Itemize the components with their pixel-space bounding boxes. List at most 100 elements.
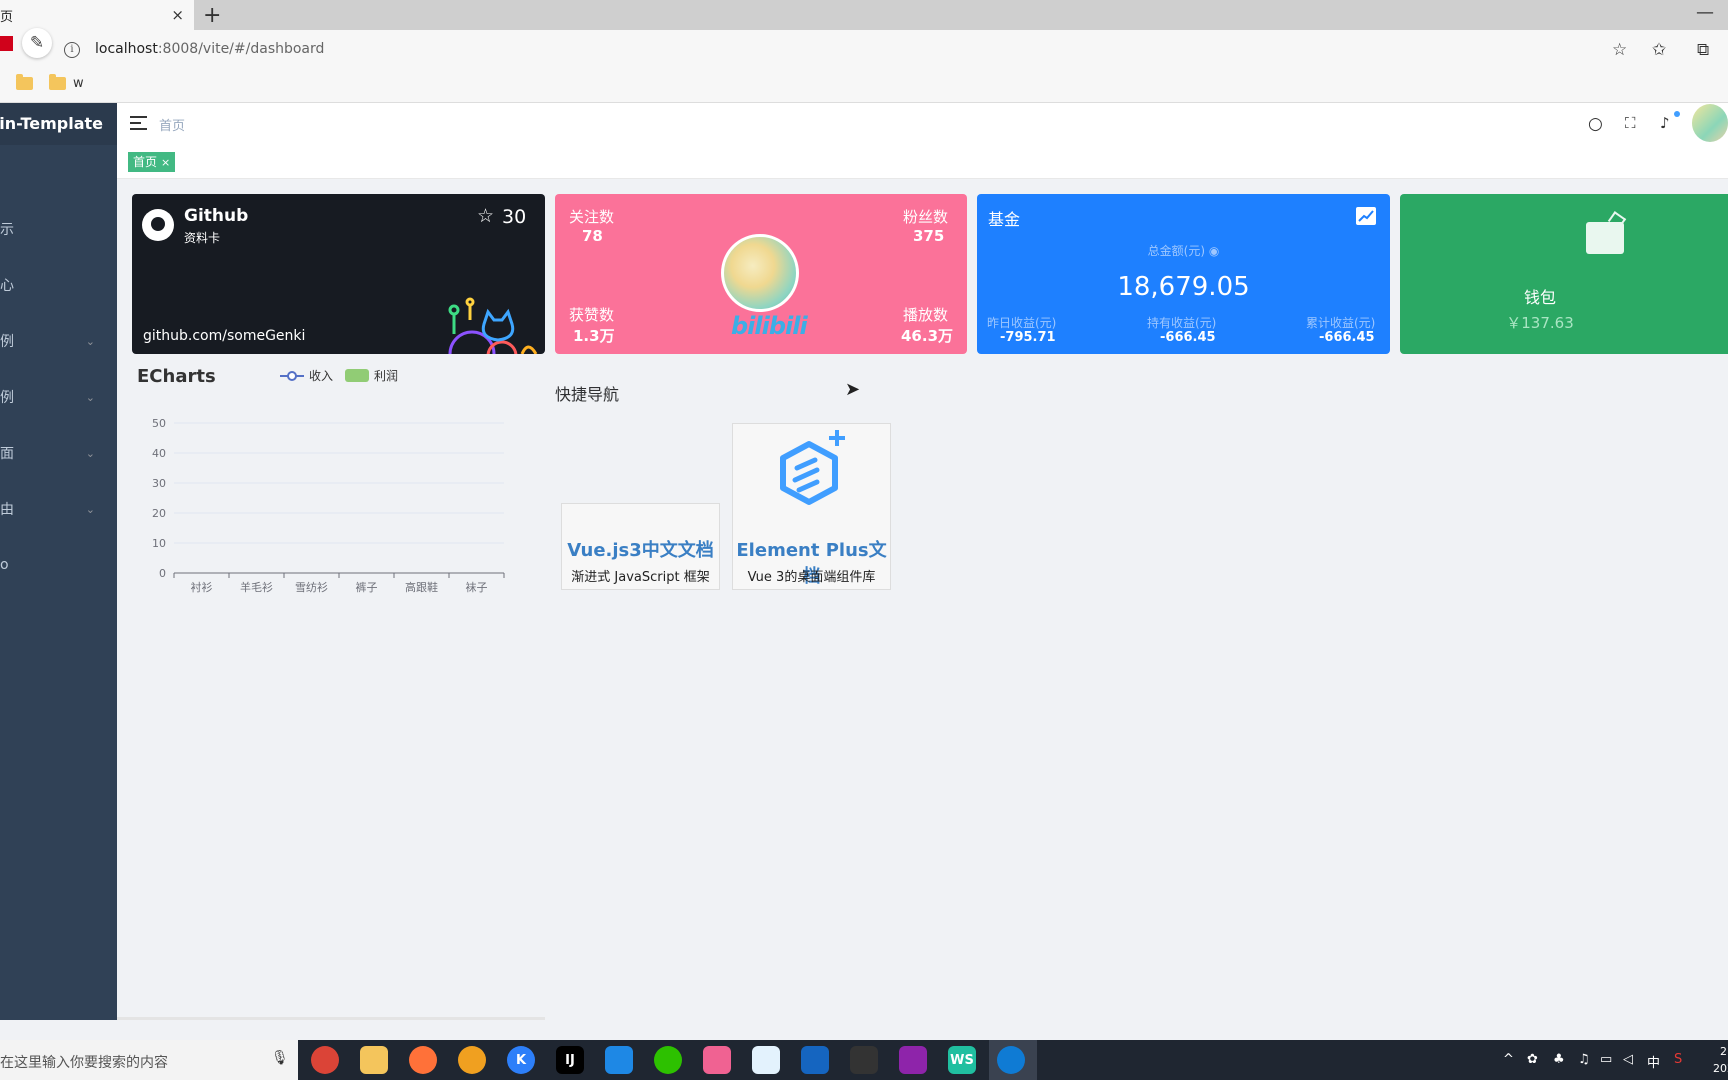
intellij-icon[interactable]: IJ [556,1046,584,1074]
plays-label: 播放数 [903,306,949,324]
window-minimize-button[interactable]: — [1696,2,1714,23]
fund-item-label: 昨日收益(元) [987,316,1057,330]
bell-icon[interactable]: ♪ [1660,114,1670,132]
sidebar-item[interactable]: 例 ⌄ [0,313,117,369]
app-icon[interactable] [703,1046,731,1074]
browser-tab-strip [0,0,1728,30]
tray-app-icon[interactable]: S [1674,1052,1682,1067]
sidebar-item[interactable]: 面 ⌄ [0,425,117,481]
tray-expand-icon[interactable]: ^ [1503,1052,1514,1067]
notification-dot [1674,111,1680,117]
sidebar-item[interactable]: o [0,537,117,593]
github-title: Github [184,206,249,226]
github-link[interactable]: github.com/someGenki [143,328,305,344]
app-icon[interactable] [458,1046,486,1074]
fund-item-value: -666.45 [1160,330,1216,345]
horizontal-scrollbar[interactable] [117,1017,545,1020]
collections-icon[interactable]: ⧉ [1697,40,1709,60]
legend-item-income[interactable]: 收入 [280,367,333,384]
sidebar-item-label: 由 [0,502,14,518]
firefox-icon[interactable] [409,1046,437,1074]
url-field[interactable]: localhost:8008/vite/#/dashboard [95,41,324,57]
avatar[interactable] [1692,104,1728,142]
file-explorer-icon[interactable] [360,1046,388,1074]
site-info-icon[interactable]: i [64,42,80,58]
hamburger-icon[interactable] [130,116,147,130]
taskbar-search-input[interactable]: 在这里输入你要搜索的内容 [0,1052,168,1072]
volume-icon[interactable]: ◁ [1623,1052,1633,1067]
tab-title: 页 [0,9,14,25]
wallet-icon [1586,222,1624,254]
sidebar-item[interactable]: 心 [0,257,117,313]
sidebar-item[interactable]: 由 ⌄ [0,481,117,537]
edge-icon[interactable] [997,1046,1025,1074]
follow-label: 关注数 [569,208,615,226]
browser-tab[interactable]: 页 × [0,0,194,30]
clock-time[interactable]: 2 [1720,1045,1727,1058]
eye-icon[interactable]: ◉ [1209,244,1219,258]
ime-indicator[interactable]: 中 [1647,1052,1660,1071]
fans-value: 375 [913,227,945,245]
folder-icon[interactable] [49,74,66,90]
app-icon[interactable] [752,1046,780,1074]
app-icon[interactable] [801,1046,829,1074]
legend-item-profit[interactable]: 利润 [345,367,398,384]
bookmark-label[interactable]: w [73,76,84,91]
tags-bar [117,145,1728,179]
new-tab-button[interactable]: + [203,3,221,28]
y-tick-label: 40 [152,447,166,460]
webstorm-icon[interactable]: WS [948,1046,976,1074]
notification-icon[interactable]: ♫ [1578,1052,1590,1067]
chrome-icon[interactable] [311,1046,339,1074]
tray-app-icon[interactable]: ♣ [1553,1052,1565,1067]
sidebar-item[interactable]: 例 ⌄ [0,369,117,425]
tray-app-icon[interactable]: ✿ [1527,1052,1538,1067]
tag-home[interactable]: 首页 × [128,152,176,172]
element-plus-logo-icon [780,430,845,505]
quick-nav-element-plus[interactable]: Element Plus文档 Vue 3的桌面端组件库 [732,423,891,590]
fund-total-label: 总金额(元) ◉ [977,242,1390,259]
legend-bar-icon [345,369,369,382]
app-logo: Admin-Template [0,103,117,145]
chevron-down-icon: ⌄ [85,446,95,460]
sidebar-item[interactable]: 示 [0,201,117,257]
folder-icon[interactable] [16,74,33,90]
sidebar-item-label: 例 [0,334,14,350]
pencil-icon[interactable]: ✎ [22,28,52,58]
mouse-cursor-icon: ➤ [845,379,861,400]
wallet-card[interactable]: 钱包 ￥137.63 [1400,194,1728,354]
github-subtitle: 资料卡 [184,231,221,245]
tab-close-icon[interactable]: × [171,6,184,24]
likes-label: 获赞数 [569,306,615,324]
url-path: :8008/vite/#/dashboard [157,41,325,57]
clock-date[interactable]: 202 [1713,1062,1728,1075]
legend-label: 利润 [374,369,399,383]
fund-card[interactable]: 基金 总金额(元) ◉ 18,679.05 昨日收益(元) -795.71 持有… [977,194,1390,354]
bilibili-card[interactable]: 关注数 78 粉丝数 375 bilibili 获赞数 1.3万 播放数 46.… [555,194,967,354]
wechat-icon[interactable] [654,1046,682,1074]
k-app-icon[interactable]: K [507,1046,535,1074]
favorites-icon[interactable]: ✩ [1652,40,1666,60]
sidebar-item-label: 例 [0,390,14,406]
close-icon[interactable]: × [161,156,170,169]
terminal-icon[interactable] [850,1046,878,1074]
echarts-title: ECharts [137,366,216,387]
trend-chart-icon[interactable] [1356,207,1376,225]
quick-nav-vue[interactable]: Vue.js3中文文档 渐进式 JavaScript 框架 [561,503,720,590]
add-favorite-icon[interactable]: ☆ [1612,40,1627,60]
x-tick-label: 雪纺衫 [295,580,328,594]
breadcrumb[interactable]: 首页 [159,115,185,134]
fund-item-label: 累计收益(元) [1306,316,1376,330]
octocat-illustration-icon [448,297,538,354]
fullscreen-icon[interactable]: ⛶ [1625,114,1636,132]
microphone-icon[interactable]: 🎙 [271,1050,289,1066]
network-icon[interactable]: ▭ [1600,1052,1612,1067]
app-icon[interactable] [605,1046,633,1074]
fund-title: 基金 [988,210,1021,229]
app-icon[interactable] [899,1046,927,1074]
chevron-down-icon: ⌄ [85,334,95,348]
github-card[interactable]: Github 资料卡 ☆ 30 github.com/someGenki [132,194,545,354]
app-header [117,103,1728,145]
extension-icon[interactable] [0,36,13,51]
search-icon[interactable]: ○ [1588,114,1603,134]
